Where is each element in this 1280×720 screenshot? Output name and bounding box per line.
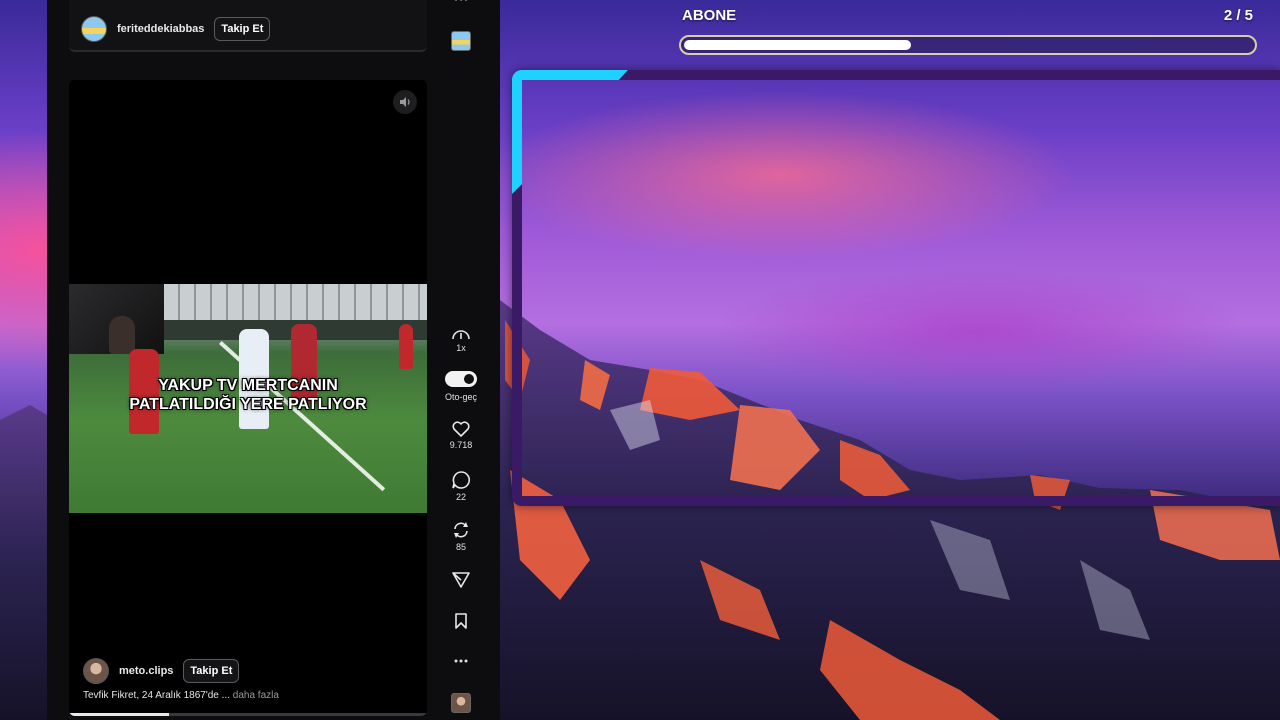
video-caption: YAKUP TV MERTCANIN PATLATILDIĞI YERE PAT… <box>129 377 367 413</box>
autoplay-toggle-icon <box>445 371 477 387</box>
previous-post-card: feriteddekiabbas Takip Et <box>69 0 427 52</box>
audio-thumbnail[interactable] <box>442 693 480 713</box>
webcam-frame <box>512 70 1280 506</box>
read-more-link[interactable]: daha fazla <box>233 690 279 701</box>
username[interactable]: meto.clips <box>119 665 173 677</box>
share-icon <box>452 572 470 588</box>
video-progress-bar[interactable] <box>69 713 427 716</box>
avatar[interactable] <box>83 658 109 684</box>
video-player[interactable]: YAKUP TV MERTCANIN PATLATILDIĞI YERE PAT… <box>69 284 427 513</box>
like-button[interactable]: 9.718 <box>442 420 480 450</box>
streamer-webcam-overlay <box>69 284 164 354</box>
bookmark-icon <box>455 613 467 629</box>
autoplay-toggle[interactable]: Oto-geç <box>442 371 480 402</box>
bookmark-button[interactable] <box>442 612 480 630</box>
repost-icon <box>454 522 468 538</box>
action-sidebar: 1x Oto-geç 9.718 22 85 <box>442 0 480 720</box>
webcam-frame-accent-left <box>512 70 522 194</box>
speed-gauge-icon <box>452 330 470 340</box>
previous-post-author: feriteddekiabbas Takip Et <box>81 16 271 42</box>
video-post-author: meto.clips Takip Et <box>83 658 240 684</box>
username[interactable]: feriteddekiabbas <box>117 23 204 35</box>
share-button[interactable] <box>442 571 480 589</box>
social-feed-panel: feriteddekiabbas Takip Et YAKUP TV MERTC… <box>47 0 500 720</box>
more-dots-icon <box>454 0 468 1</box>
post-description: Tevfik Fikret, 24 Aralık 1867'de ... dah… <box>83 690 279 701</box>
subscriber-goal-title: ABONE <box>682 7 737 24</box>
webcam-frame-accent-top <box>512 70 628 80</box>
more-dots-icon <box>454 659 468 663</box>
video-post-card[interactable]: YAKUP TV MERTCANIN PATLATILDIĞI YERE PAT… <box>69 80 427 716</box>
more-options-button-top[interactable] <box>442 0 480 4</box>
video-progress-fill <box>69 713 170 716</box>
subscriber-goal-count: 2 / 5 <box>1223 7 1253 24</box>
player-figure <box>399 324 413 369</box>
comment-icon <box>452 471 470 489</box>
volume-button[interactable] <box>393 90 417 114</box>
subscriber-goal-fill <box>684 40 912 50</box>
subscriber-goal-bar <box>679 35 1257 55</box>
playback-speed-button[interactable]: 1x <box>442 327 480 353</box>
more-options-button[interactable] <box>442 656 480 666</box>
volume-icon <box>400 97 410 107</box>
heart-icon <box>452 421 470 437</box>
avatar[interactable] <box>81 16 107 42</box>
follow-button[interactable]: Takip Et <box>183 659 240 683</box>
comment-button[interactable]: 22 <box>442 470 480 502</box>
previous-post-thumbnail[interactable] <box>442 31 480 51</box>
follow-button[interactable]: Takip Et <box>214 17 271 41</box>
repost-button[interactable]: 85 <box>442 520 480 552</box>
